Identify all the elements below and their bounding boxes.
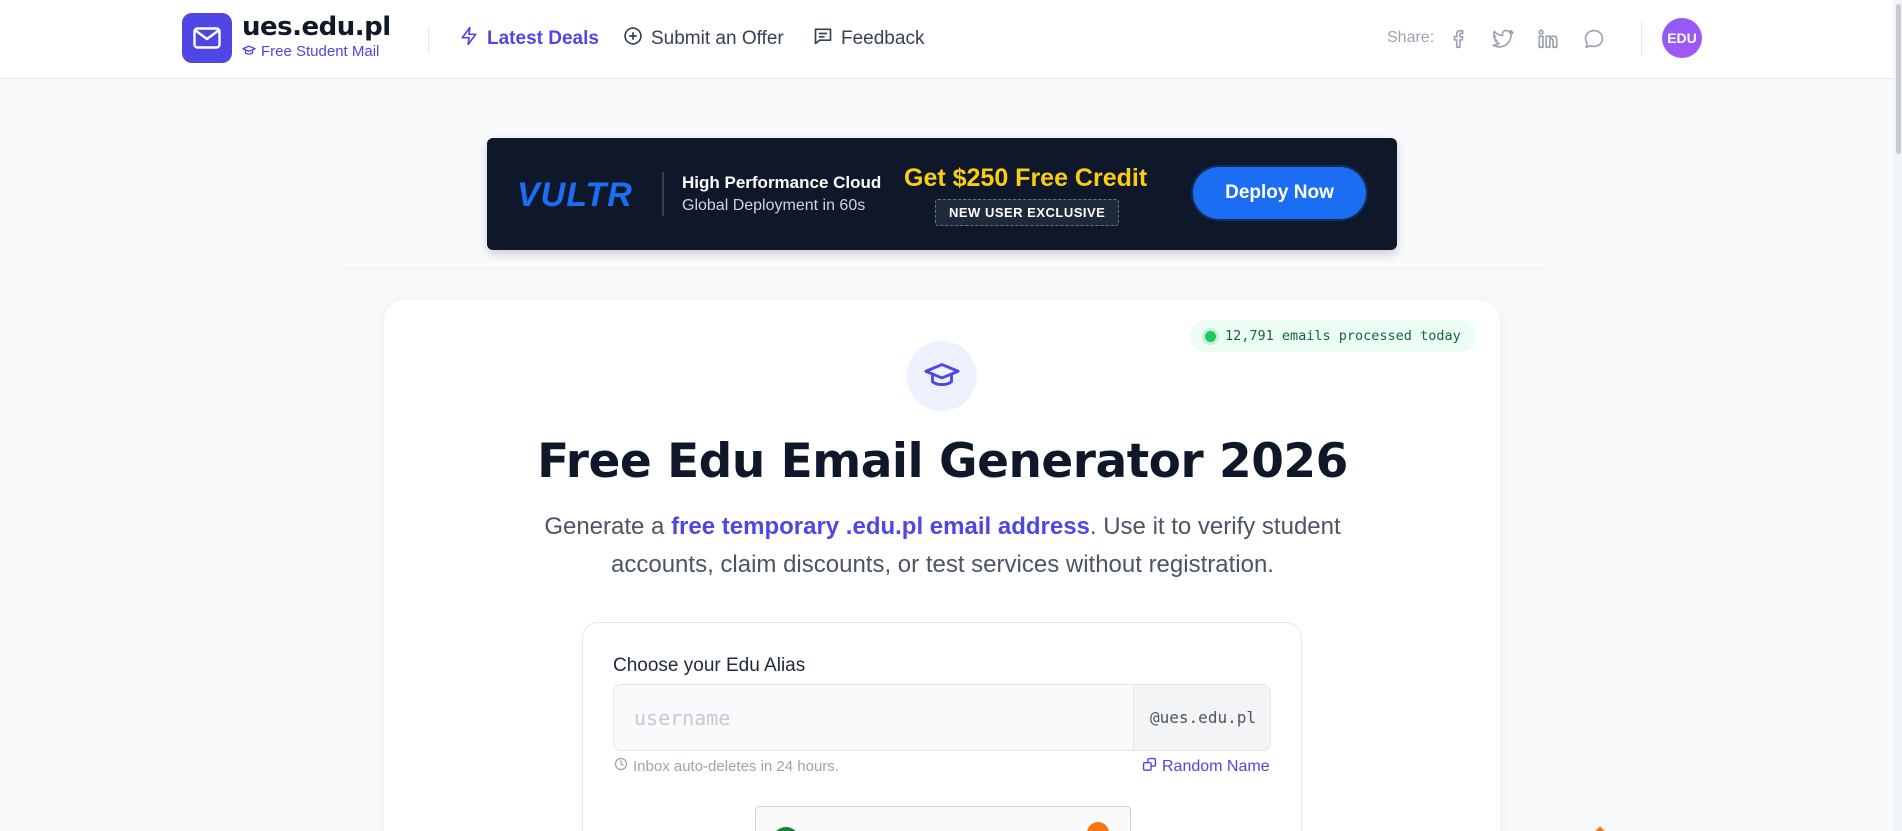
nav-latest-deals[interactable]: Latest Deals bbox=[459, 26, 599, 52]
new-user-badge: NEW USER EXCLUSIVE bbox=[935, 199, 1120, 226]
avatar[interactable]: EDU bbox=[1662, 18, 1702, 58]
auto-delete-hint: Inbox auto-deletes in 24 hours. bbox=[614, 757, 839, 775]
shuffle-icon bbox=[1142, 757, 1157, 777]
random-name-link[interactable]: Random Name bbox=[1142, 757, 1270, 777]
vultr-logo: VULTR bbox=[517, 176, 633, 214]
header-divider bbox=[428, 27, 429, 53]
live-status-dot bbox=[1205, 330, 1216, 342]
nav-feedback[interactable]: Feedback bbox=[813, 26, 924, 52]
nav-submit-offer-label: Submit an Offer bbox=[651, 28, 784, 49]
nav-feedback-label: Feedback bbox=[841, 28, 925, 49]
mail-logo-icon[interactable] bbox=[182, 13, 232, 63]
lightning-icon bbox=[459, 26, 479, 52]
username-input[interactable] bbox=[614, 685, 1134, 750]
nav-submit-offer[interactable]: Submit an Offer bbox=[623, 26, 784, 52]
brand-subtitle-text: Free Student Mail bbox=[261, 43, 380, 60]
share-label: Share: bbox=[1387, 29, 1435, 46]
scrollbar-thumb[interactable] bbox=[1896, 4, 1901, 154]
decorative-shape bbox=[1594, 826, 1606, 831]
emails-processed-text: 12,791 emails processed today bbox=[1225, 328, 1461, 344]
page-title: Free Edu Email Generator 2026 bbox=[537, 434, 1348, 489]
plus-circle-icon bbox=[623, 26, 643, 52]
section-divider bbox=[340, 268, 1546, 269]
top-header: ues.edu.pl Free Student Mail Latest Deal… bbox=[0, 0, 1902, 79]
banner-subline: Global Deployment in 60s bbox=[682, 197, 866, 214]
linkedin-icon[interactable] bbox=[1535, 26, 1561, 52]
hero-description: Generate a free temporary .edu.pl email … bbox=[520, 508, 1365, 584]
auto-delete-text: Inbox auto-deletes in 24 hours. bbox=[633, 757, 839, 775]
vultr-ad-banner[interactable]: VULTR High Performance Cloud Global Depl… bbox=[487, 138, 1397, 250]
desc-prefix: Generate a bbox=[544, 513, 672, 540]
alias-label: Choose your Edu Alias bbox=[613, 655, 806, 676]
captcha-widget[interactable] bbox=[755, 806, 1131, 831]
domain-suffix: @ues.edu.pl bbox=[1133, 685, 1270, 750]
clock-icon bbox=[614, 757, 628, 775]
banner-headline: High Performance Cloud bbox=[682, 173, 882, 192]
whatsapp-icon[interactable] bbox=[1581, 26, 1607, 52]
alias-input-group: @ues.edu.pl bbox=[613, 684, 1271, 751]
brand-title[interactable]: ues.edu.pl bbox=[242, 12, 391, 42]
nav-latest-deals-label: Latest Deals bbox=[487, 28, 599, 49]
desc-highlight: free temporary .edu.pl email address bbox=[671, 513, 1090, 540]
facebook-icon[interactable] bbox=[1446, 26, 1472, 52]
header-divider-right bbox=[1641, 21, 1642, 55]
message-square-icon bbox=[813, 26, 833, 52]
banner-credit-offer: Get $250 Free Credit bbox=[904, 164, 1148, 192]
graduation-cap-icon bbox=[242, 43, 256, 60]
random-name-label: Random Name bbox=[1162, 758, 1270, 775]
brand-subtitle: Free Student Mail bbox=[242, 43, 379, 60]
banner-divider bbox=[662, 172, 664, 216]
emails-processed-badge: 12,791 emails processed today bbox=[1190, 320, 1477, 352]
twitter-icon[interactable] bbox=[1490, 26, 1516, 52]
deploy-now-button[interactable]: Deploy Now bbox=[1193, 167, 1366, 219]
graduation-cap-icon bbox=[907, 341, 977, 411]
